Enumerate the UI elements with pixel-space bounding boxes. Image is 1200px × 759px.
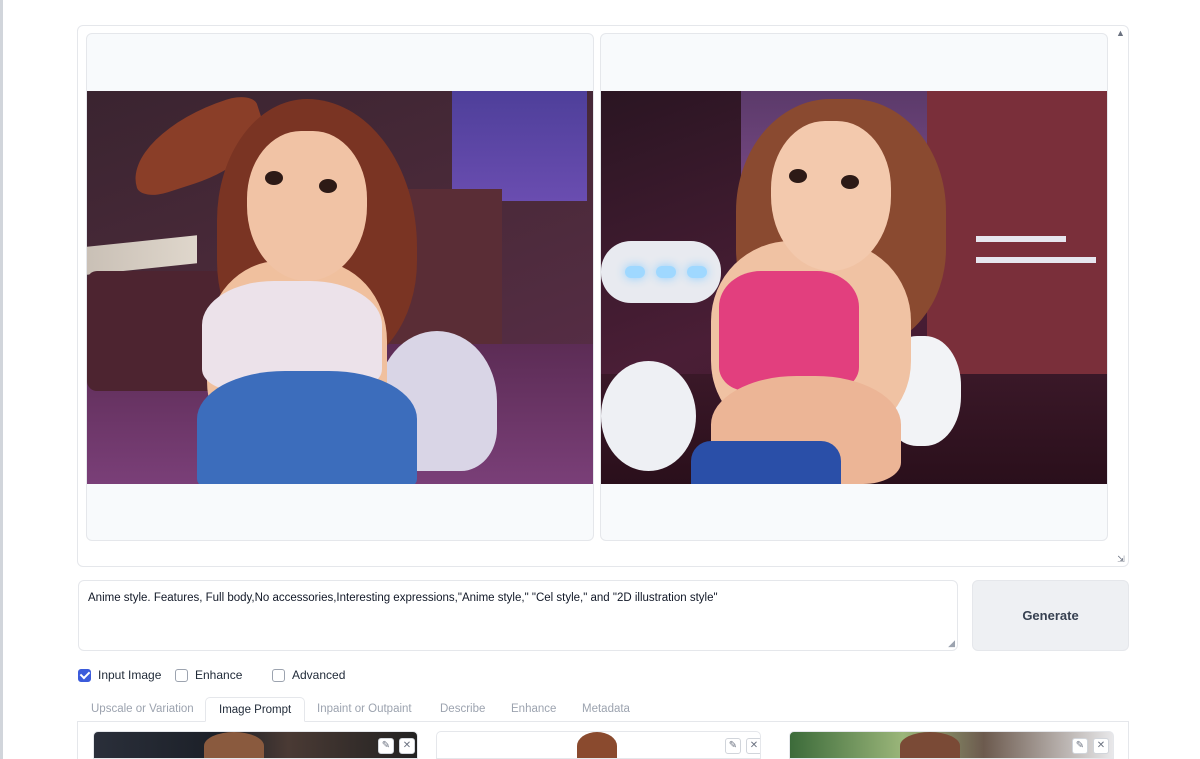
tab-enhance[interactable]: Enhance [511,697,556,722]
prompt-text: Anime style. Features, Full body,No acce… [88,592,718,604]
tab-image-prompt[interactable]: Image Prompt [205,697,306,722]
close-icon[interactable]: ✕ [746,738,760,754]
input-tabs: Upscale or Variation Image Prompt Inpain… [77,697,1129,722]
output-gallery: ▲ ⇲ [77,25,1129,567]
input-image-label: Input Image [98,668,162,682]
image-prompt-slot-1[interactable]: ✎ ✕ [93,731,418,759]
enhance-checkbox[interactable] [175,668,188,682]
scroll-up-icon[interactable]: ▲ [1116,29,1125,38]
generate-button[interactable]: Generate [972,580,1129,651]
advanced-label: Advanced [292,668,346,682]
tab-describe[interactable]: Describe [440,697,485,722]
close-icon[interactable]: ✕ [1093,738,1109,754]
pencil-icon[interactable]: ✎ [378,738,394,754]
resize-handle-icon[interactable]: ⇲ [1116,554,1126,564]
window-edge [0,0,3,759]
input-image-option[interactable]: Input Image [78,667,161,683]
tab-upscale-or-variation[interactable]: Upscale or Variation [91,697,194,722]
enhance-option[interactable]: Enhance [175,667,242,683]
input-image-checkbox[interactable] [78,668,91,682]
textarea-resize-icon[interactable]: ◢ [948,638,955,649]
generated-image-2[interactable] [601,91,1107,484]
tab-inpaint-or-outpaint[interactable]: Inpaint or Outpaint [317,697,412,722]
enhance-label: Enhance [195,668,243,682]
pencil-icon[interactable]: ✎ [725,738,741,754]
generated-image-1[interactable] [87,91,593,484]
tab-metadata[interactable]: Metadata [582,697,630,722]
prompt-textarea[interactable]: Anime style. Features, Full body,No acce… [78,580,958,651]
advanced-checkbox[interactable] [272,668,285,682]
gallery-image-2[interactable] [600,33,1108,541]
image-prompt-slots: ✎ ✕ ✎ ✕ ✎ ✕ [77,722,1129,759]
image-prompt-slot-2[interactable]: ✎ ✕ [436,731,761,759]
advanced-option[interactable]: Advanced [272,667,345,683]
close-icon[interactable]: ✕ [399,738,415,754]
pencil-icon[interactable]: ✎ [1072,738,1088,754]
image-prompt-slot-3[interactable]: ✎ ✕ [789,731,1114,759]
gallery-image-1[interactable] [86,33,594,541]
